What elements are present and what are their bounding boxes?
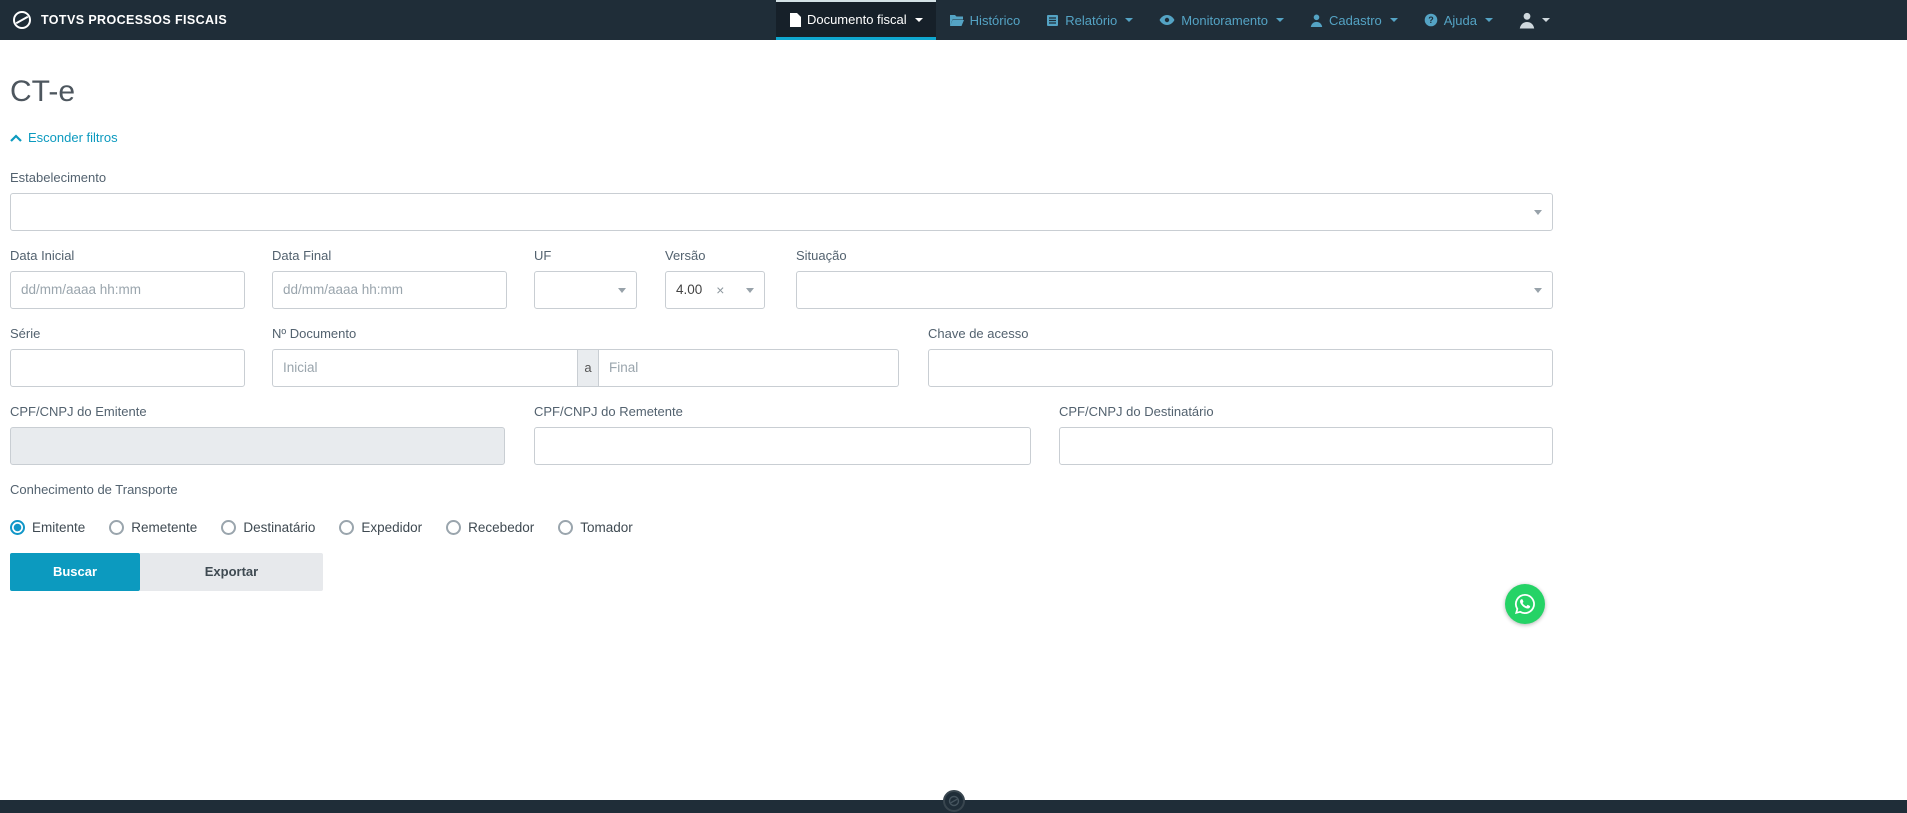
monitor-eye-icon (1159, 14, 1175, 26)
nav-item-monitoramento[interactable]: Monitoramento (1146, 0, 1297, 40)
conhecimento-transporte-label: Conhecimento de Transporte (10, 481, 178, 497)
cpf-destinatario-input[interactable] (1059, 426, 1553, 465)
radio-remetente[interactable]: Remetente (109, 519, 197, 535)
nav-item-label: Cadastro (1329, 12, 1382, 28)
estabelecimento-label: Estabelecimento (10, 169, 107, 185)
clear-versao-icon[interactable]: × (716, 283, 724, 297)
chave-acesso-label: Chave de acesso (928, 325, 1029, 341)
num-documento-label: Nº Documento (272, 325, 357, 341)
serie-label: Série (10, 325, 41, 341)
radio-recebedor[interactable]: Recebedor (446, 519, 534, 535)
nav-item-label: Relatório (1065, 12, 1118, 28)
totvs-logo-icon (12, 10, 32, 30)
radio-button-icon (10, 519, 25, 535)
chevron-down-icon (746, 287, 754, 293)
nav-menu: Documento fiscal Histórico Relatório Mon… (775, 0, 1562, 40)
footer-bar (0, 790, 1907, 813)
chevron-down-icon (1276, 18, 1284, 22)
chevron-down-icon (618, 287, 626, 293)
data-inicial-label: Data Inicial (10, 247, 75, 263)
radio-button-icon (221, 519, 237, 535)
nav-item-label: Documento fiscal (806, 12, 907, 27)
brand[interactable]: TOTVS PROCESSOS FISCAIS (12, 0, 227, 40)
page-title: CT-e (10, 75, 76, 108)
nav-item-label: Histórico (969, 12, 1021, 28)
cpf-destinatario-label: CPF/CNPJ do Destinatário (1059, 403, 1214, 419)
num-documento-range: a (272, 348, 899, 387)
range-connector: a (577, 348, 599, 387)
svg-text:?: ? (1428, 15, 1434, 25)
cpf-remetente-input[interactable] (534, 426, 1031, 465)
documento-final-input[interactable] (599, 348, 899, 387)
top-navbar: TOTVS PROCESSOS FISCAIS Documento fiscal… (0, 0, 1907, 40)
nav-item-historico[interactable]: Histórico (936, 0, 1034, 40)
main-content: CT-e Esconder filtros Estabelecimento Da… (0, 40, 1553, 591)
radio-button-icon (558, 519, 574, 535)
radio-destinatario[interactable]: Destinatário (221, 519, 315, 535)
chave-acesso-input[interactable] (928, 348, 1553, 387)
serie-input[interactable] (10, 348, 245, 387)
nav-item-label: Monitoramento (1181, 12, 1268, 28)
uf-select[interactable] (534, 270, 637, 309)
chevron-down-icon (1534, 287, 1542, 293)
cadastro-user-icon (1310, 14, 1323, 27)
chevron-down-icon (1542, 18, 1550, 22)
estabelecimento-select[interactable] (10, 192, 1553, 231)
data-final-label: Data Final (272, 247, 332, 263)
nav-item-label: Ajuda (1443, 12, 1477, 28)
radio-tomador[interactable]: Tomador (558, 519, 633, 535)
nav-item-ajuda[interactable]: ? Ajuda (1411, 0, 1506, 40)
cpf-emitente-input (10, 426, 505, 465)
radio-emitente[interactable]: Emitente (10, 519, 85, 535)
buscar-button[interactable]: Buscar (10, 552, 140, 591)
situacao-label: Situação (796, 247, 847, 263)
chevron-down-icon (1389, 18, 1398, 22)
radio-button-icon (446, 519, 462, 535)
chevron-up-icon (10, 133, 22, 142)
situacao-select[interactable] (796, 270, 1553, 309)
account-menu[interactable] (1506, 0, 1562, 40)
filter-row-3: CPF/CNPJ do Emitente CPF/CNPJ do Remeten… (10, 404, 1553, 465)
radio-expedidor[interactable]: Expedidor (339, 519, 422, 535)
exportar-button[interactable]: Exportar (140, 552, 323, 591)
history-folder-icon (949, 14, 964, 27)
versao-value: 4.00 (676, 282, 703, 297)
documento-inicial-input[interactable] (272, 348, 577, 387)
report-icon (1046, 14, 1059, 27)
uf-label: UF (534, 247, 552, 263)
chevron-down-icon (1534, 209, 1542, 215)
hide-filters-link[interactable]: Esconder filtros (10, 130, 118, 145)
whatsapp-icon (1513, 592, 1537, 616)
data-final-input[interactable] (272, 270, 507, 309)
nav-item-documento-fiscal[interactable]: Documento fiscal (775, 0, 936, 40)
chevron-down-icon (914, 17, 923, 22)
document-icon (789, 12, 801, 27)
cpf-emitente-label: CPF/CNPJ do Emitente (10, 403, 147, 419)
filter-row-2: Série Nº Documento a Chave de acesso (10, 326, 1553, 387)
nav-item-relatorio[interactable]: Relatório (1033, 0, 1146, 40)
versao-label: Versão (665, 247, 706, 263)
whatsapp-button[interactable] (1505, 584, 1545, 624)
help-icon: ? (1424, 13, 1438, 27)
versao-select[interactable]: 4.00 × (665, 270, 765, 309)
estabelecimento-group: Estabelecimento (10, 170, 1553, 231)
brand-title: TOTVS PROCESSOS FISCAIS (41, 13, 228, 27)
cpf-remetente-label: CPF/CNPJ do Remetente (534, 403, 683, 419)
navbar-inner: TOTVS PROCESSOS FISCAIS Documento fiscal… (0, 0, 1562, 40)
nav-item-cadastro[interactable]: Cadastro (1297, 0, 1411, 40)
radio-button-icon (109, 519, 125, 535)
app-root: TOTVS PROCESSOS FISCAIS Documento fiscal… (0, 0, 1907, 813)
footer-logo-icon (942, 790, 965, 812)
conhecimento-radio-group: Emitente Remetente Destinatário Expedido… (10, 519, 1553, 535)
filter-row-1: Data Inicial Data Final UF Versão 4.00 × (10, 248, 1553, 309)
action-buttons: Buscar Exportar (10, 552, 1553, 591)
account-icon (1518, 11, 1536, 29)
chevron-down-icon (1125, 18, 1134, 22)
data-inicial-input[interactable] (10, 270, 245, 309)
chevron-down-icon (1485, 18, 1493, 22)
radio-button-icon (339, 519, 355, 535)
